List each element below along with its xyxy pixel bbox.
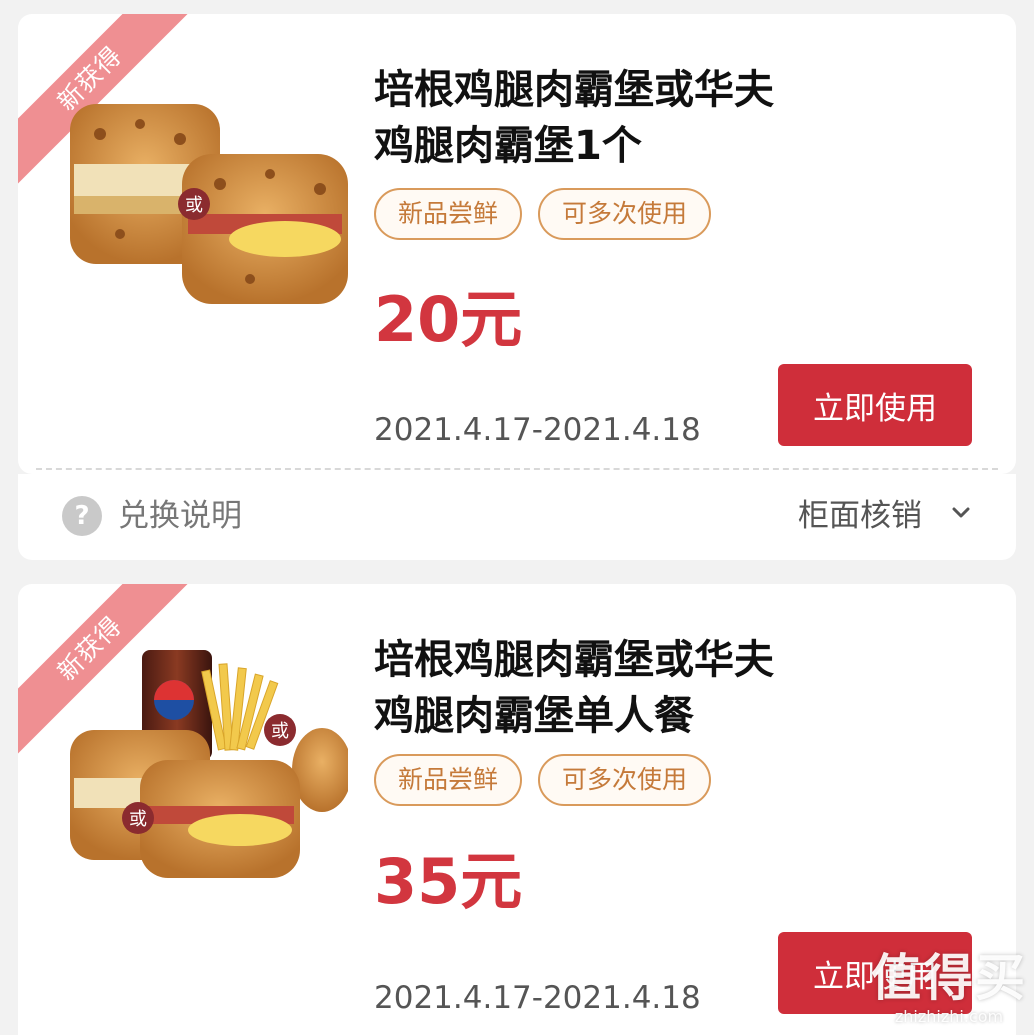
watermark-text: 值得买	[871, 949, 1027, 1007]
coupon-title-line1: 培根鸡腿肉霸堡或华夫	[374, 67, 774, 113]
or-marker: 或	[271, 721, 289, 742]
redeem-instructions-link[interactable]: 兑换说明	[118, 494, 242, 538]
meal-image: 或 或	[70, 650, 348, 880]
coupon-title-line1: 培根鸡腿肉霸堡或华夫	[374, 637, 774, 683]
coupon-price: 35元	[374, 845, 523, 918]
site-watermark: 值得买 zhizhizhi.com	[864, 950, 1034, 1035]
coupon-title: 培根鸡腿肉霸堡或华夫 鸡腿肉霸堡单人餐	[374, 632, 974, 744]
or-marker: 或	[185, 195, 203, 216]
coupon-validity: 2021.4.17-2021.4.18	[374, 412, 701, 448]
tag-new-product: 新品尝鲜	[374, 188, 523, 240]
coupon-tags: 新品尝鲜 可多次使用	[374, 754, 712, 806]
coupon-title-line2: 鸡腿肉霸堡1个	[374, 123, 642, 169]
help-icon[interactable]: ?	[62, 496, 102, 536]
redeem-info-row[interactable]: ? 兑换说明 柜面核销	[18, 474, 1016, 560]
redeem-method-label[interactable]: 柜面核销	[798, 494, 922, 538]
coupon-title: 培根鸡腿肉霸堡或华夫 鸡腿肉霸堡1个	[374, 62, 974, 174]
tag-multi-use: 可多次使用	[538, 754, 712, 806]
coupon-tags: 新品尝鲜 可多次使用	[374, 188, 712, 240]
coupon-title-line2: 鸡腿肉霸堡单人餐	[374, 693, 694, 739]
chevron-down-icon[interactable]	[948, 500, 974, 526]
burger-image: 或	[70, 84, 348, 306]
coupon-card: 新获得 或 培根鸡腿肉霸堡或华夫 鸡腿肉霸堡1个 新品尝鲜 可多次使用 20元 …	[18, 14, 1016, 474]
use-now-button[interactable]: 立即使用	[778, 364, 972, 446]
tag-new-product: 新品尝鲜	[374, 754, 523, 806]
divider	[36, 468, 998, 470]
coupon-validity: 2021.4.17-2021.4.18	[374, 980, 701, 1016]
watermark-url: zhizhizhi.com	[894, 1007, 1004, 1026]
coupon-price: 20元	[374, 283, 523, 356]
tag-multi-use: 可多次使用	[538, 188, 712, 240]
or-marker: 或	[129, 809, 147, 830]
